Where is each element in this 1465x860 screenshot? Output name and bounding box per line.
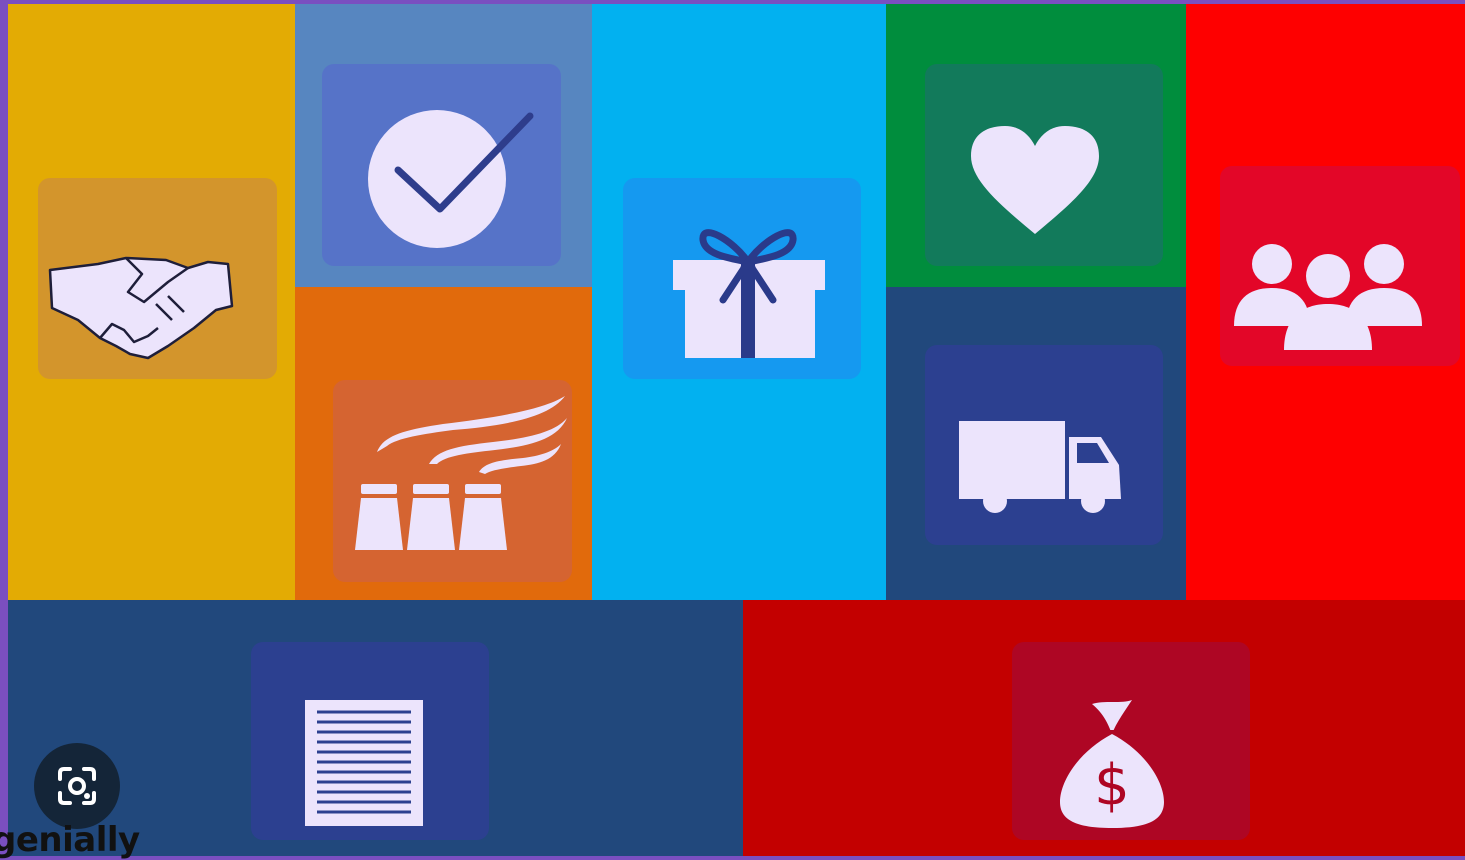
brand-watermark: genially xyxy=(0,820,140,860)
finance-card: $ xyxy=(1012,642,1250,840)
logistics-card xyxy=(925,345,1163,545)
truck-icon xyxy=(959,421,1121,513)
svg-text:$: $ xyxy=(1094,753,1130,818)
community-card xyxy=(1220,166,1460,366)
heart-icon xyxy=(971,126,1099,234)
group-icon xyxy=(1234,244,1422,350)
lens-search-icon xyxy=(58,767,96,805)
health-card xyxy=(925,64,1163,266)
document-icon xyxy=(305,700,423,826)
gifts-card xyxy=(623,178,861,379)
factory-icon xyxy=(355,396,567,550)
quality-card xyxy=(322,64,561,266)
production-card xyxy=(333,380,572,582)
lens-search-button[interactable] xyxy=(34,743,120,829)
checkmark-circle-icon xyxy=(368,110,534,248)
documents-card xyxy=(251,642,489,840)
money-bag-icon: $ xyxy=(1060,700,1164,828)
gift-icon xyxy=(673,229,825,358)
handshake-icon xyxy=(48,256,234,360)
partnership-card xyxy=(38,178,277,379)
